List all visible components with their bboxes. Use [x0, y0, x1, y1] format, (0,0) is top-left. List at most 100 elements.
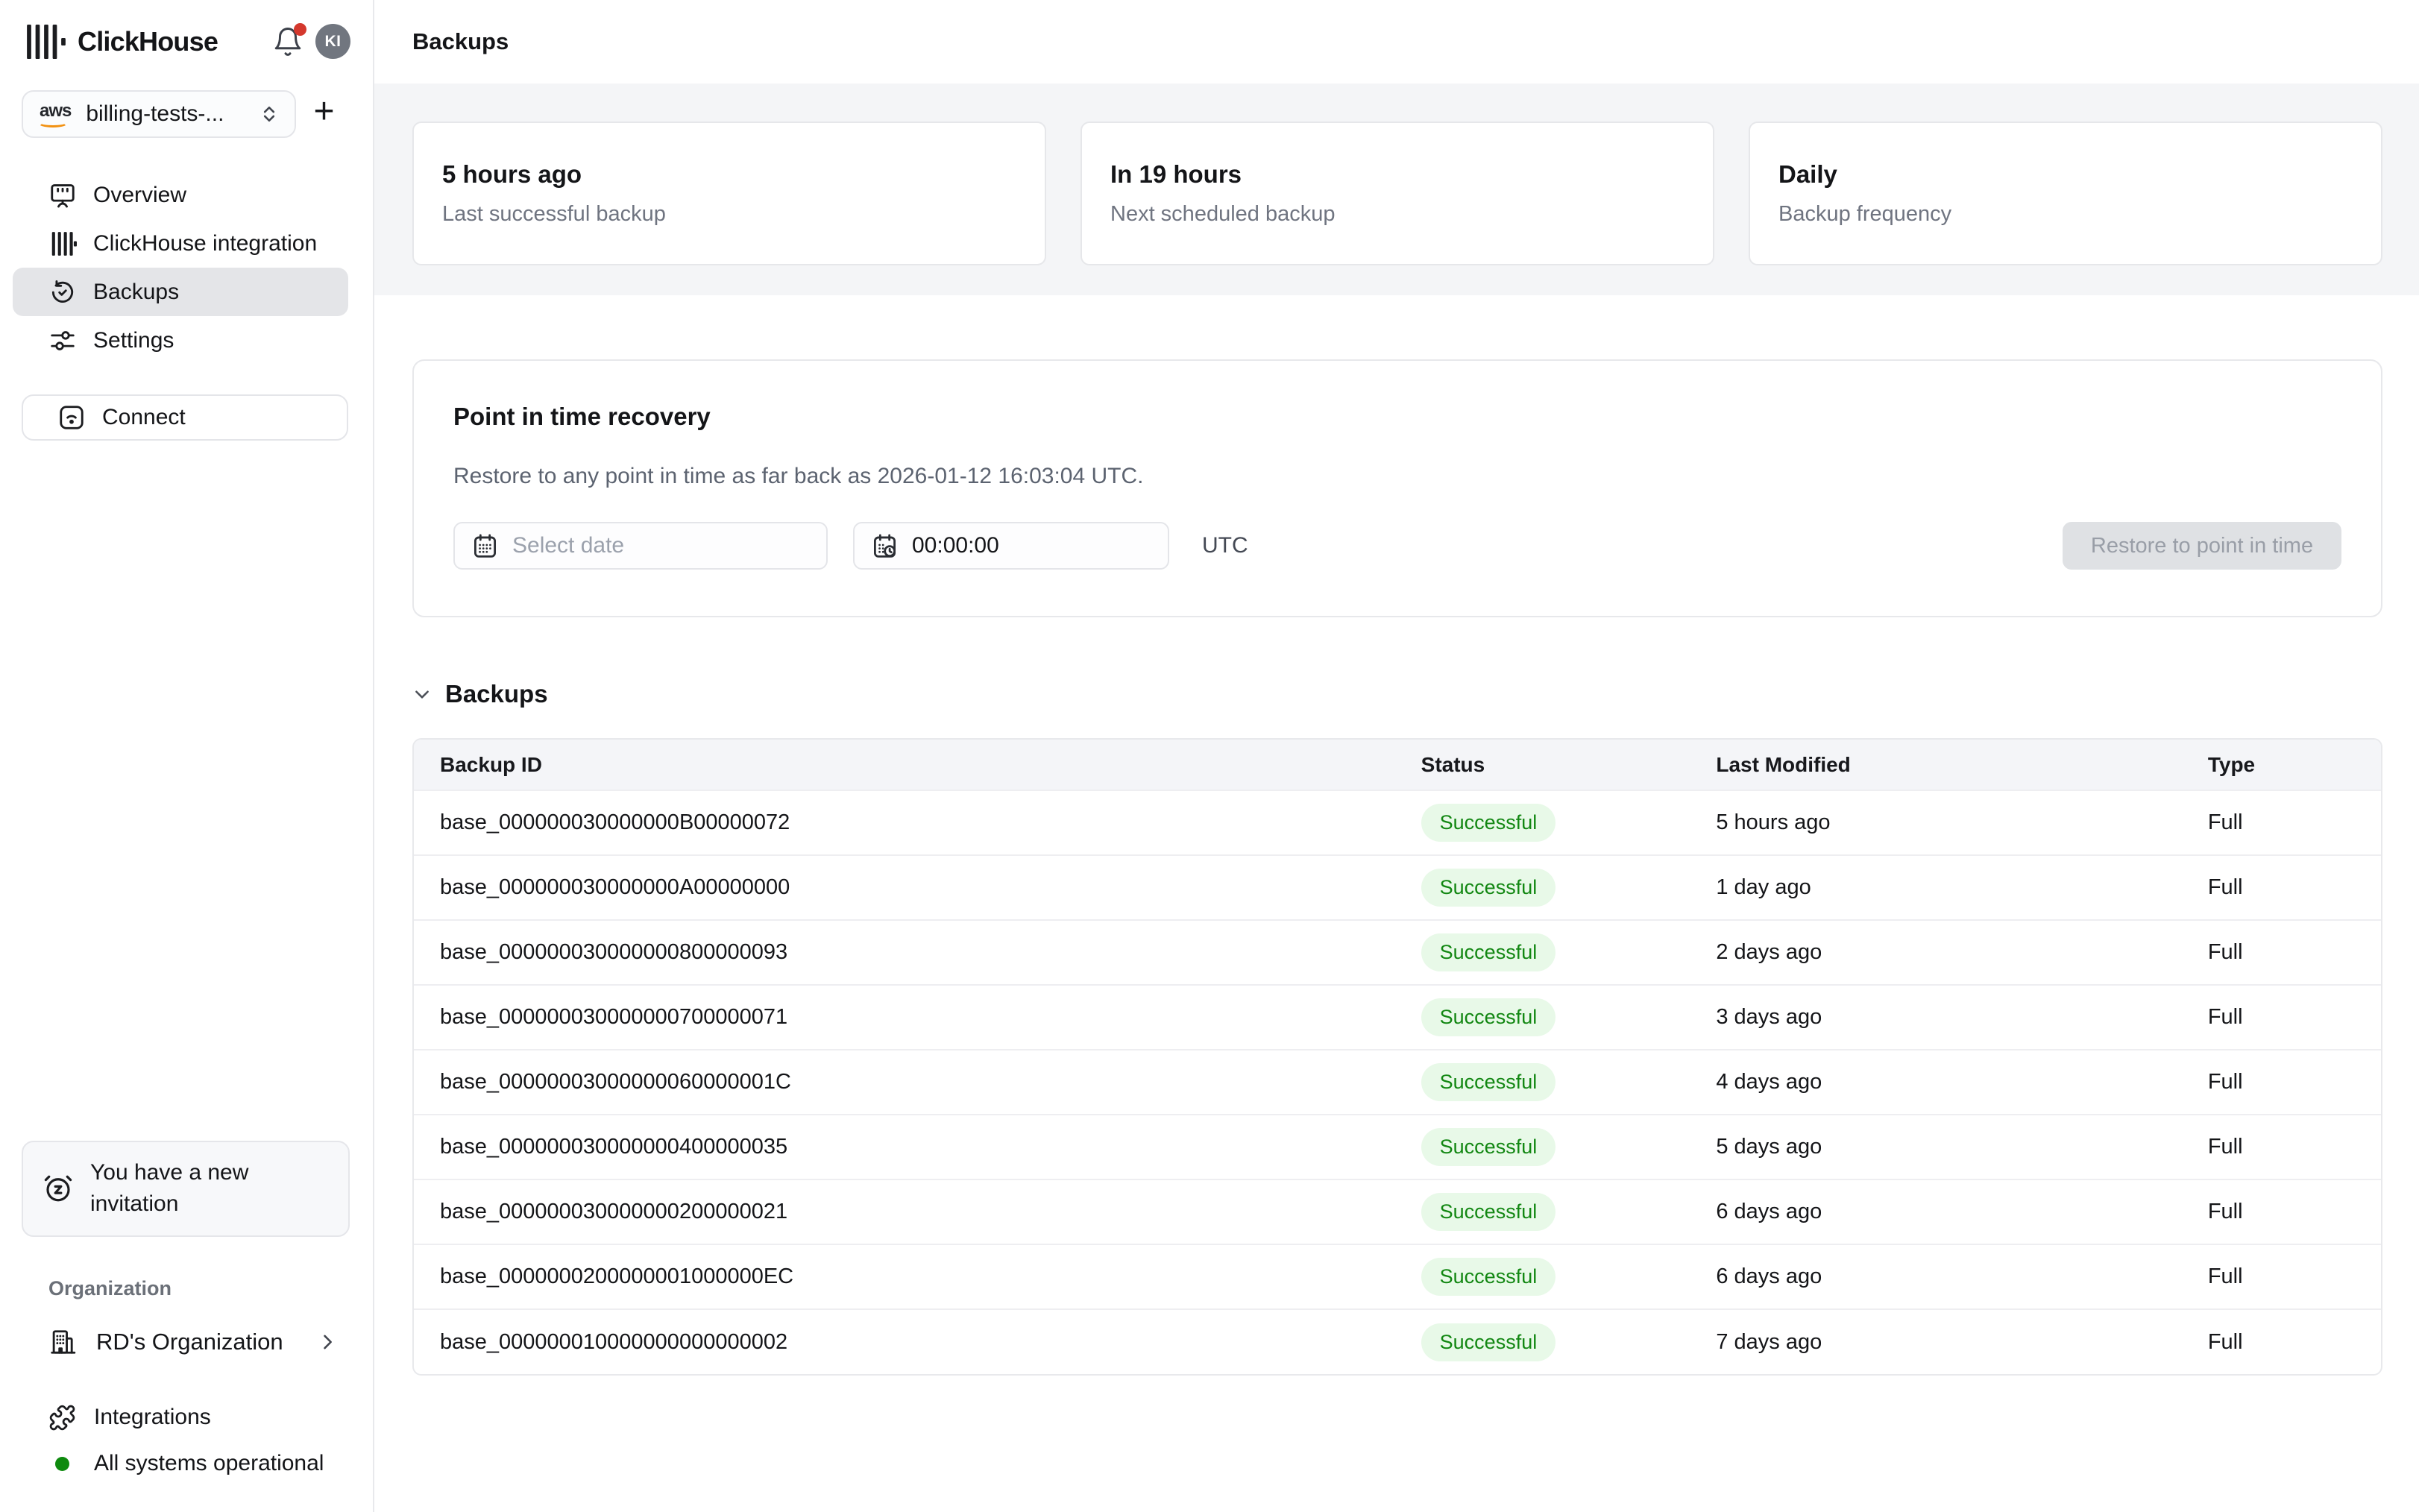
operational-status-dot [55, 1457, 69, 1471]
summary-cards: 5 hours ago Last successful backup In 19… [374, 84, 2419, 295]
status-badge: Successful [1421, 869, 1556, 907]
status-badge: Successful [1421, 933, 1556, 971]
type-cell: Full [2208, 1309, 2381, 1374]
last-modified-cell: 3 days ago [1716, 985, 2208, 1050]
page-title: Backups [412, 28, 509, 55]
connect-icon [57, 403, 86, 432]
sidebar-item-label: ClickHouse integration [93, 231, 317, 256]
alarm-snooze-icon [43, 1173, 74, 1204]
avatar[interactable]: KI [315, 24, 350, 59]
presentation-icon [48, 181, 77, 210]
sidebar-item-label: Settings [93, 328, 174, 353]
table-row[interactable]: base_000000030000000A00000000 Successful… [414, 855, 2381, 920]
chevron-down-icon [412, 684, 432, 704]
calendar-clock-icon [871, 532, 899, 560]
last-modified-cell: 5 hours ago [1716, 790, 2208, 855]
clickhouse-logo-icon [27, 25, 66, 59]
connect-button[interactable]: Connect [22, 394, 348, 441]
table-row[interactable]: base_000000010000000000000002 Successful… [414, 1309, 2381, 1374]
invitation-text: You have a new invitation [90, 1157, 333, 1220]
backup-id-cell: base_000000010000000000000002 [414, 1309, 1421, 1374]
connect-label: Connect [102, 405, 186, 430]
pitr-title: Point in time recovery [453, 403, 2341, 431]
service-selector[interactable]: aws billing-tests-... [22, 90, 296, 138]
sidebar-item-integrations[interactable]: Integrations [22, 1394, 348, 1440]
point-in-time-recovery-panel: Point in time recovery Restore to any po… [412, 359, 2382, 617]
last-modified-cell: 6 days ago [1716, 1244, 2208, 1309]
brand-row: ClickHouse KI [0, 0, 373, 59]
card-label: Backup frequency [1778, 202, 2353, 227]
column-header-status: Status [1421, 740, 1717, 790]
building-icon [48, 1328, 77, 1356]
status-badge: Successful [1421, 1258, 1556, 1296]
sidebar-item-label: Overview [93, 183, 186, 208]
history-icon [48, 278, 77, 306]
system-status-link[interactable]: All systems operational [22, 1440, 348, 1487]
sidebar-item-clickhouse-integration[interactable]: ClickHouse integration [13, 219, 348, 268]
column-header-type: Type [2208, 740, 2381, 790]
table-row[interactable]: base_000000030000000700000071 Successful… [414, 985, 2381, 1050]
sidebar-nav: Overview ClickHouse integration [0, 171, 373, 365]
backup-id-cell: base_000000030000000400000035 [414, 1115, 1421, 1179]
type-cell: Full [2208, 920, 2381, 985]
sidebar-item-overview[interactable]: Overview [13, 171, 348, 219]
notification-dot [294, 23, 306, 36]
backups-table: Backup ID Status Last Modified Type base… [412, 738, 2382, 1376]
type-cell: Full [2208, 1050, 2381, 1115]
status-badge: Successful [1421, 1323, 1556, 1361]
card-label: Last successful backup [442, 202, 1016, 227]
card-label: Next scheduled backup [1110, 202, 1685, 227]
table-row[interactable]: base_000000030000000200000021 Successful… [414, 1179, 2381, 1244]
system-status-label: All systems operational [94, 1451, 324, 1476]
aws-icon: aws [40, 101, 71, 127]
time-input[interactable] [912, 533, 1153, 558]
card-value: Daily [1778, 160, 2353, 189]
summary-card-next-backup: In 19 hours Next scheduled backup [1080, 122, 1714, 265]
table-row[interactable]: base_000000030000000800000093 Successful… [414, 920, 2381, 985]
column-header-last-modified: Last Modified [1716, 740, 2208, 790]
date-picker-field[interactable] [453, 522, 828, 570]
main-content: Backups 5 hours ago Last successful back… [374, 0, 2419, 1512]
puzzle-icon [48, 1404, 76, 1431]
clickhouse-bars-icon [48, 230, 77, 258]
type-cell: Full [2208, 1179, 2381, 1244]
column-header-backup-id: Backup ID [414, 740, 1421, 790]
page-header: Backups [374, 0, 2419, 84]
summary-card-frequency: Daily Backup frequency [1749, 122, 2382, 265]
sidebar-item-settings[interactable]: Settings [13, 316, 348, 365]
invitation-banner[interactable]: You have a new invitation [22, 1141, 350, 1237]
sidebar-item-backups[interactable]: Backups [13, 268, 348, 316]
backups-section-header[interactable]: Backups [412, 680, 2382, 708]
chevron-up-down-icon [259, 104, 280, 125]
organization-section-label: Organization [48, 1277, 373, 1300]
last-modified-cell: 4 days ago [1716, 1050, 2208, 1115]
add-service-button[interactable]: + [296, 94, 352, 134]
notifications-bell-icon[interactable] [272, 26, 303, 57]
pitr-description: Restore to any point in time as far back… [453, 464, 2341, 489]
card-value: In 19 hours [1110, 160, 1685, 189]
sidebar: ClickHouse KI aws billing-tests-... + [0, 0, 374, 1512]
table-row[interactable]: base_00000003000000060000001C Successful… [414, 1050, 2381, 1115]
type-cell: Full [2208, 1244, 2381, 1309]
backup-id-cell: base_00000003000000060000001C [414, 1050, 1421, 1115]
time-picker-field[interactable] [853, 522, 1169, 570]
service-selector-value: billing-tests-... [86, 101, 259, 127]
organization-switcher[interactable]: RD's Organization [22, 1320, 348, 1364]
backup-id-cell: base_000000030000000200000021 [414, 1179, 1421, 1244]
type-cell: Full [2208, 855, 2381, 920]
status-badge: Successful [1421, 804, 1556, 842]
type-cell: Full [2208, 985, 2381, 1050]
sliders-icon [48, 327, 77, 355]
type-cell: Full [2208, 1115, 2381, 1179]
last-modified-cell: 5 days ago [1716, 1115, 2208, 1179]
backups-section-title: Backups [445, 680, 548, 708]
table-row[interactable]: base_000000030000000400000035 Successful… [414, 1115, 2381, 1179]
table-row[interactable]: base_000000030000000B00000072 Successful… [414, 790, 2381, 855]
last-modified-cell: 1 day ago [1716, 855, 2208, 920]
date-input[interactable] [512, 533, 811, 558]
last-modified-cell: 2 days ago [1716, 920, 2208, 985]
table-row[interactable]: base_0000000200000001000000EC Successful… [414, 1244, 2381, 1309]
status-badge: Successful [1421, 1193, 1556, 1231]
restore-button[interactable]: Restore to point in time [2063, 522, 2341, 570]
backup-id-cell: base_000000030000000B00000072 [414, 790, 1421, 855]
